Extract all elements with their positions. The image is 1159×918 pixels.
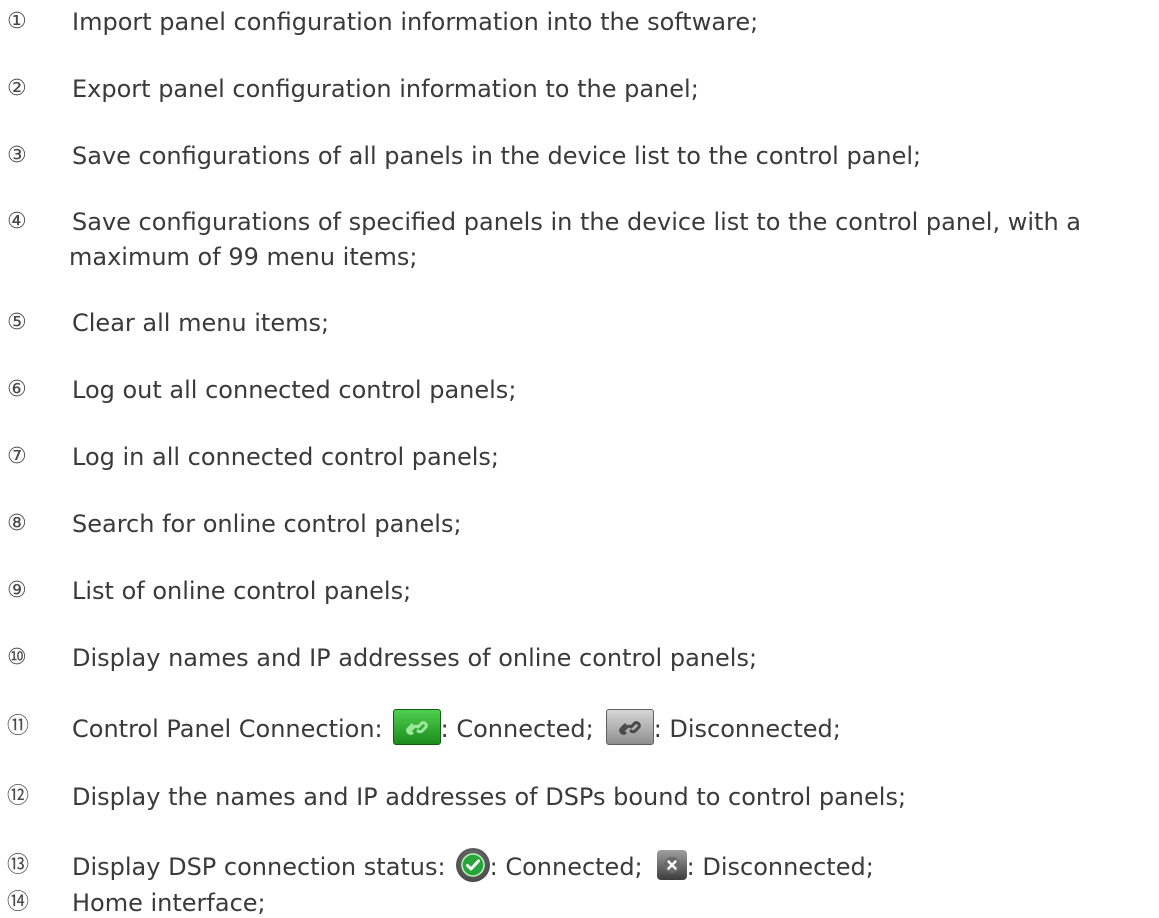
connected-label: : Connected;: [440, 715, 594, 743]
link-connected-icon: [392, 709, 441, 745]
close-square-icon: [656, 850, 687, 880]
item-number: ⑬: [7, 853, 30, 878]
item-number: ④: [7, 209, 27, 234]
item-text: Control Panel Connection:: [72, 715, 383, 743]
item-text-continued: maximum of 99 menu items;: [69, 243, 418, 271]
item-text: Display names and IP addresses of online…: [72, 644, 758, 672]
item-text: Log out all connected control panels;: [72, 376, 517, 404]
item-text: Display the names and IP addresses of DS…: [72, 783, 907, 811]
item-number: ②: [7, 76, 27, 101]
item-text: Display DSP connection status:: [72, 853, 446, 881]
item-number: ⑭: [7, 890, 30, 915]
link-disconnected-icon: [605, 709, 654, 745]
list-item-13: ⑬ Display DSP connection status: : Connec…: [0, 848, 1159, 891]
item-number: ⑥: [7, 377, 27, 402]
item-number: ⑤: [7, 310, 27, 335]
item-number: ⑨: [7, 578, 27, 603]
item-text: Export panel configuration information t…: [72, 75, 699, 103]
item-number: ⑧: [7, 511, 27, 536]
item-text: Save configurations of all panels in the…: [72, 142, 922, 170]
item-number: ①: [7, 9, 27, 34]
item-number: ⑫: [7, 784, 30, 809]
disconnected-label: : Disconnected;: [686, 853, 874, 881]
list-item-4: ④ Save configurations of specified panel…: [0, 207, 1159, 279]
item-text: Import panel configuration information i…: [72, 8, 759, 36]
item-text: List of online control panels;: [72, 577, 412, 605]
connected-label: : Connected;: [489, 853, 643, 881]
item-text: Search for online control panels;: [72, 510, 462, 538]
item-number: ⑪: [7, 714, 30, 739]
item-text: Save configurations of specified panels …: [72, 208, 1081, 236]
disconnected-label: : Disconnected;: [653, 715, 841, 743]
item-number: ⑦: [7, 444, 27, 469]
item-text: Log in all connected control panels;: [72, 443, 499, 471]
list-item-11: ⑪ Control Panel Connection: : Connected;:…: [0, 709, 1159, 752]
item-line: Display DSP connection status: : Connecte…: [72, 848, 874, 885]
item-line: Control Panel Connection: : Connected; : D…: [72, 709, 841, 748]
item-text: Clear all menu items;: [72, 309, 330, 337]
item-number: ③: [7, 143, 27, 168]
item-text: Home interface;: [72, 889, 266, 917]
check-circle-icon: [455, 848, 490, 882]
item-number: ⑩: [7, 645, 27, 670]
